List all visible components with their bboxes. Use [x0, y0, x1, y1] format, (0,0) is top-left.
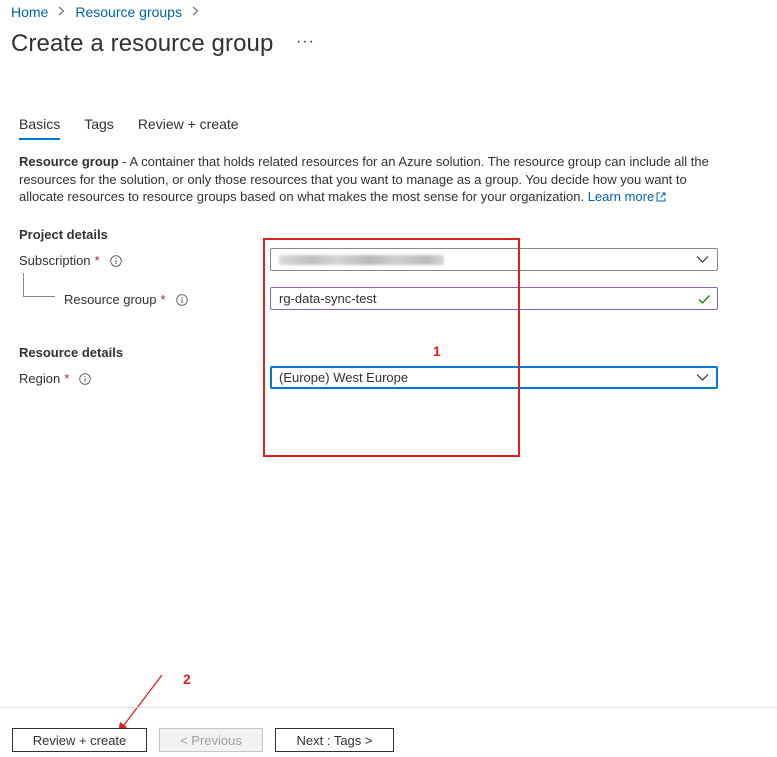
resource-details-heading: Resource details [19, 345, 124, 360]
learn-more-link[interactable]: Learn more [588, 189, 666, 204]
info-icon[interactable] [175, 293, 188, 306]
learn-more-label: Learn more [587, 189, 655, 204]
resource-group-label: Resource group * [64, 292, 188, 307]
required-asterisk: * [64, 371, 70, 386]
description-term: Resource group [19, 154, 119, 169]
info-icon[interactable] [79, 372, 92, 385]
annotation-number-2: 2 [183, 671, 191, 687]
annotation-number-1: 1 [433, 343, 441, 359]
required-asterisk: * [94, 253, 100, 268]
tab-review-create[interactable]: Review + create [138, 116, 239, 140]
checkmark-icon [698, 295, 710, 304]
next-tags-button[interactable]: Next : Tags > [275, 728, 394, 752]
info-icon[interactable] [109, 254, 122, 267]
breadcrumb-home-link[interactable]: Home [11, 4, 48, 20]
external-link-icon [656, 192, 666, 202]
tab-bar: Basics Tags Review + create [19, 116, 263, 140]
more-options-icon[interactable]: ··· [296, 33, 315, 51]
region-label-text: Region [19, 371, 61, 386]
page-title: Create a resource group [11, 30, 274, 57]
region-label: Region * [19, 371, 92, 386]
review-create-button[interactable]: Review + create [12, 728, 147, 752]
breadcrumb: Home Resource groups [11, 3, 209, 21]
chevron-right-icon [192, 5, 199, 19]
tree-connector-vertical [23, 273, 24, 296]
tab-tags[interactable]: Tags [84, 116, 114, 140]
required-asterisk: * [160, 292, 166, 307]
annotation-highlight-box [263, 238, 520, 457]
project-details-heading: Project details [19, 227, 108, 242]
tab-basics[interactable]: Basics [19, 116, 61, 140]
subscription-label-text: Subscription [19, 253, 91, 268]
tree-connector-horizontal [23, 296, 55, 297]
previous-button[interactable]: < Previous [159, 728, 263, 752]
footer-divider [0, 707, 777, 708]
resource-group-label-text: Resource group [64, 292, 157, 307]
chevron-right-icon [58, 5, 65, 19]
chevron-down-icon [696, 256, 709, 263]
chevron-down-icon [696, 374, 709, 381]
description-text: Resource group - A container that holds … [19, 153, 709, 206]
subscription-label: Subscription * [19, 253, 122, 268]
breadcrumb-resource-groups-link[interactable]: Resource groups [75, 4, 182, 20]
